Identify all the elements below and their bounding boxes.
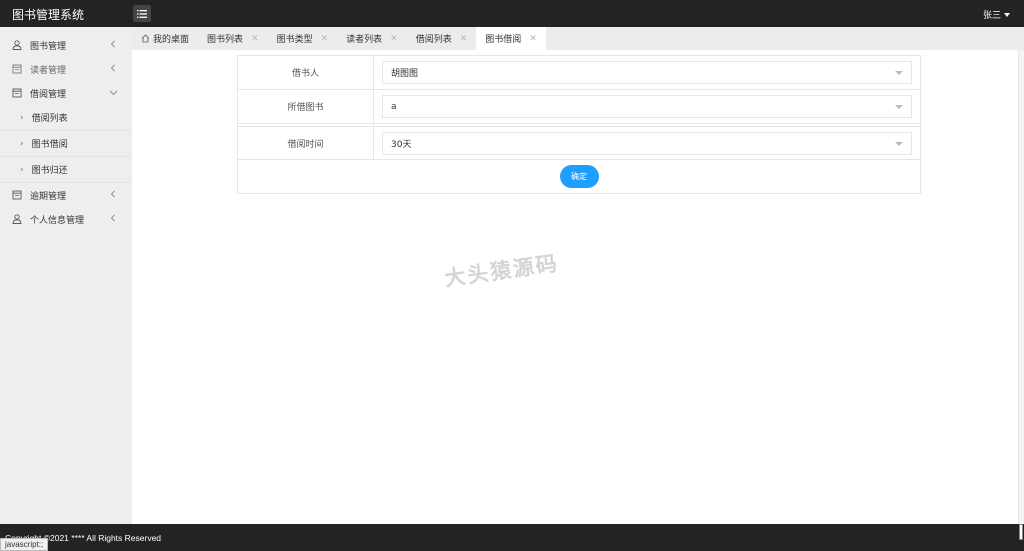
duration-value: 30天 [391,139,412,150]
duration-field-wrap: 30天 [374,127,920,159]
borrow-form: 借书人 胡图图 所借图书 a 借阅时间 30天 确定 [237,55,921,194]
tab-label: 借阅列表 [415,35,452,45]
chevron-right-icon: › [20,112,24,123]
borrower-field-wrap: 胡图图 [374,56,920,89]
watermark: 大头猿源码 [443,251,561,291]
sidebar-item-reader-management[interactable]: 读者管理 [0,57,132,81]
chevron-left-icon [110,190,115,198]
tab-book-types[interactable]: 图书类型 ✕ [268,27,338,50]
sidebar-item-book-management[interactable]: 图书管理 [0,33,132,57]
tab-reader-list[interactable]: 读者列表 ✕ [337,27,407,50]
close-icon[interactable]: ✕ [529,34,537,44]
doc-icon [11,88,22,99]
close-icon[interactable]: ✕ [460,34,468,44]
sidebar-item-label: 借阅管理 [30,89,67,100]
sidebar-subitem-label: 图书借阅 [31,140,68,150]
duration-label: 借阅时间 [238,127,374,159]
sidebar-item-overdue-management[interactable]: 逾期管理 [0,183,132,207]
borrower-row: 借书人 胡图图 [238,56,920,90]
book-field-wrap: a [374,90,920,123]
app-title: 图书管理系统 [12,8,85,22]
sidebar-subitem-borrow-list[interactable]: › 借阅列表 [0,105,132,131]
top-header: 图书管理系统 张三 [0,0,1024,27]
doc-icon [11,64,22,75]
chevron-right-icon: › [20,138,24,149]
sidebar-item-label: 个人信息管理 [30,215,85,226]
sidebar-item-borrow-management[interactable]: 借阅管理 [0,81,132,105]
tab-borrow-list[interactable]: 借阅列表 ✕ [407,27,477,50]
borrower-value: 胡图图 [391,69,419,79]
sidebar-subitem-label: 图书归还 [31,166,68,176]
sidebar-item-label: 逾期管理 [30,191,67,202]
tab-book-list[interactable]: 图书列表 ✕ [198,27,268,50]
sidebar-subitem-book-borrow[interactable]: › 图书借阅 [0,131,132,157]
borrower-label: 借书人 [238,56,374,89]
home-icon [141,34,150,43]
sidebar-item-profile-management[interactable]: 个人信息管理 [0,207,132,231]
caret-down-icon [895,105,903,109]
tab-label: 图书借阅 [485,35,522,45]
tab-label: 图书列表 [207,35,244,45]
tab-bar: 我的桌面 图书列表 ✕ 图书类型 ✕ 读者列表 ✕ 借阅列表 ✕ 图书借阅 ✕ [132,27,1024,50]
chevron-right-icon: › [20,164,24,175]
sidebar-item-label: 图书管理 [30,41,67,52]
book-value: a [391,101,397,112]
book-label: 所借图书 [238,90,374,123]
book-row: 所借图书 a [238,90,920,124]
duration-row: 借阅时间 30天 [238,126,920,160]
tab-label: 读者列表 [346,35,383,45]
list-icon [137,9,147,18]
menu-toggle-button[interactable] [133,5,151,22]
chevron-left-icon [110,64,115,72]
footer: Copyright ©2021 **** All Rights Reserved… [0,524,1024,551]
user-menu[interactable]: 张三 [983,8,1010,21]
user-icon [11,214,22,225]
borrower-select[interactable]: 胡图图 [382,61,912,84]
caret-down-icon [895,71,903,75]
sidebar-item-label: 读者管理 [30,65,67,76]
close-icon[interactable]: ✕ [321,34,329,44]
caret-down-icon [1004,12,1010,17]
tab-label: 我的桌面 [153,35,190,45]
duration-select[interactable]: 30天 [382,131,912,155]
close-icon[interactable]: ✕ [390,34,398,44]
chevron-left-icon [110,214,115,222]
tab-desktop[interactable]: 我的桌面 [132,27,198,50]
chevron-down-icon [109,90,118,96]
caret-down-icon [895,141,903,146]
resize-handle[interactable] [1019,524,1023,540]
doc-icon [11,190,22,201]
sidebar-subitem-book-return[interactable]: › 图书归还 [0,157,132,183]
sidebar: 图书管理 读者管理 借阅管理 › 借阅列表 › 图书借阅 › 图书归还 逾期管理 [0,27,132,524]
form-actions: 确定 [238,160,920,193]
close-icon[interactable]: ✕ [251,34,259,44]
tab-label: 图书类型 [276,35,313,45]
book-select[interactable]: a [382,95,912,118]
confirm-button[interactable]: 确定 [559,165,599,188]
tab-book-borrow[interactable]: 图书借阅 ✕ [476,27,546,50]
chevron-left-icon [110,40,115,48]
scrollbar[interactable] [1018,50,1024,524]
sidebar-subitem-label: 借阅列表 [31,114,68,124]
username: 张三 [982,11,1001,21]
main-content: 借书人 胡图图 所借图书 a 借阅时间 30天 确定 大头猿源码 [132,50,1024,524]
user-icon [11,40,22,51]
status-tooltip: javascript:; [0,538,49,551]
